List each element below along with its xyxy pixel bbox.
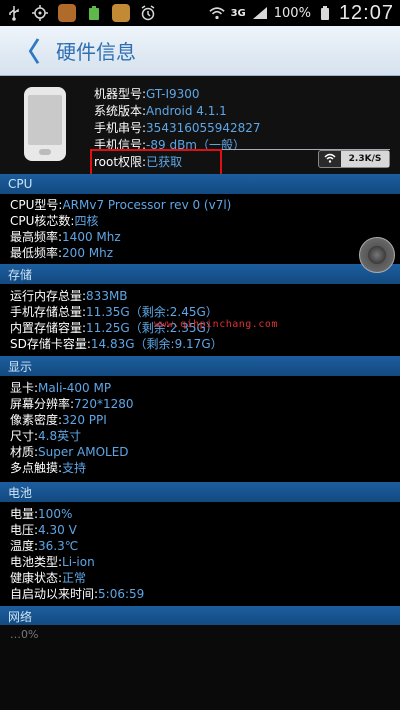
display-section: 显卡:Mali-400 MP 屏幕分辨率:720*1280 像素密度:320 P… <box>0 376 400 482</box>
cpu-min-freq-row: 最低频率:200 Mhz <box>10 246 114 260</box>
battery-section: 电量:100% 电压:4.30 V 温度:36.3℃ 电池类型:Li-ion 健… <box>0 502 400 606</box>
section-header-battery: 电池 <box>0 482 400 502</box>
status-bar: 3G 100% 12:07 <box>0 0 400 26</box>
cpu-model-row: CPU型号:ARMv7 Processor rev 0 (v7l) <box>10 198 232 212</box>
sd-card-row: SD存储卡容量:14.83G（剩余:9.17G） <box>10 337 223 351</box>
watermark: www.qihpinchang.com <box>154 319 278 330</box>
page-title: 硬件信息 <box>56 40 137 64</box>
network-section <box>0 625 400 710</box>
uptime-row: 自启动以来时间:5:06:59 <box>10 587 145 601</box>
resolution-row: 屏幕分辨率:720*1280 <box>10 397 134 411</box>
usb-icon <box>6 5 22 21</box>
cpu-section: CPU型号:ARMv7 Processor rev 0 (v7l) CPU核芯数… <box>0 194 400 264</box>
phone-icon <box>24 87 66 161</box>
signal-icon <box>252 5 268 21</box>
battery-percent: 100% <box>273 5 311 21</box>
device-os-row: 系统版本:Android 4.1.1 <box>94 104 227 118</box>
highlight-box <box>90 149 222 177</box>
ram-row: 运行内存总量:833MB <box>10 289 128 303</box>
ppi-row: 像素密度:320 PPI <box>10 413 107 427</box>
cpu-max-freq-row: 最高频率:1400 Mhz <box>10 230 121 244</box>
cpu-cores-row: CPU核芯数:四核 <box>10 214 99 228</box>
phone-storage-row: 手机存储总量:11.35G（剩余:2.45G） <box>10 305 218 319</box>
network-partial-text: …0% <box>10 628 39 641</box>
app-notification-icon-2 <box>112 4 130 22</box>
battery-notify-icon <box>86 5 102 21</box>
panel-type-row: 材质:Super AMOLED <box>10 445 129 459</box>
wifi-small-icon <box>319 153 341 166</box>
section-header-storage: 存储 <box>0 264 400 284</box>
device-info: 机器型号:GT-I9300 系统版本:Android 4.1.1 手机串号:35… <box>94 86 261 154</box>
floating-assist-button[interactable] <box>359 237 395 273</box>
voltage-row: 电压:4.30 V <box>10 523 77 537</box>
device-header: 机器型号:GT-I9300 系统版本:Android 4.1.1 手机串号:35… <box>0 76 400 177</box>
section-header-display: 显示 <box>0 356 400 376</box>
speed-value: 2.3K/S <box>341 151 389 167</box>
multitouch-row: 多点触摸:支持 <box>10 461 87 475</box>
health-row: 健康状态:正常 <box>10 571 87 585</box>
back-button[interactable]: 〈 <box>14 32 40 69</box>
battery-level-row: 电量:100% <box>10 507 73 521</box>
gpu-row: 显卡:Mali-400 MP <box>10 381 112 395</box>
alarm-icon <box>140 5 156 21</box>
temperature-row: 温度:36.3℃ <box>10 539 79 553</box>
device-model-row: 机器型号:GT-I9300 <box>94 87 200 101</box>
assist-button-icon <box>368 246 386 264</box>
clock: 12:07 <box>338 1 394 24</box>
section-header-cpu: CPU <box>0 174 400 194</box>
network-speed-badge: 2.3K/S <box>318 150 390 168</box>
app-notification-icon <box>58 4 76 22</box>
device-serial-row: 手机串号:354316055942827 <box>94 121 261 135</box>
gps-icon <box>32 5 48 21</box>
battery-type-row: 电池类型:Li-ion <box>10 555 95 569</box>
title-bar: 〈 硬件信息 <box>0 26 400 76</box>
section-header-network: 网络 <box>0 606 400 626</box>
size-row: 尺寸:4.8英寸 <box>10 429 82 443</box>
wifi-icon <box>208 5 225 21</box>
battery-icon <box>317 5 333 21</box>
network-type: 3G <box>230 7 246 19</box>
